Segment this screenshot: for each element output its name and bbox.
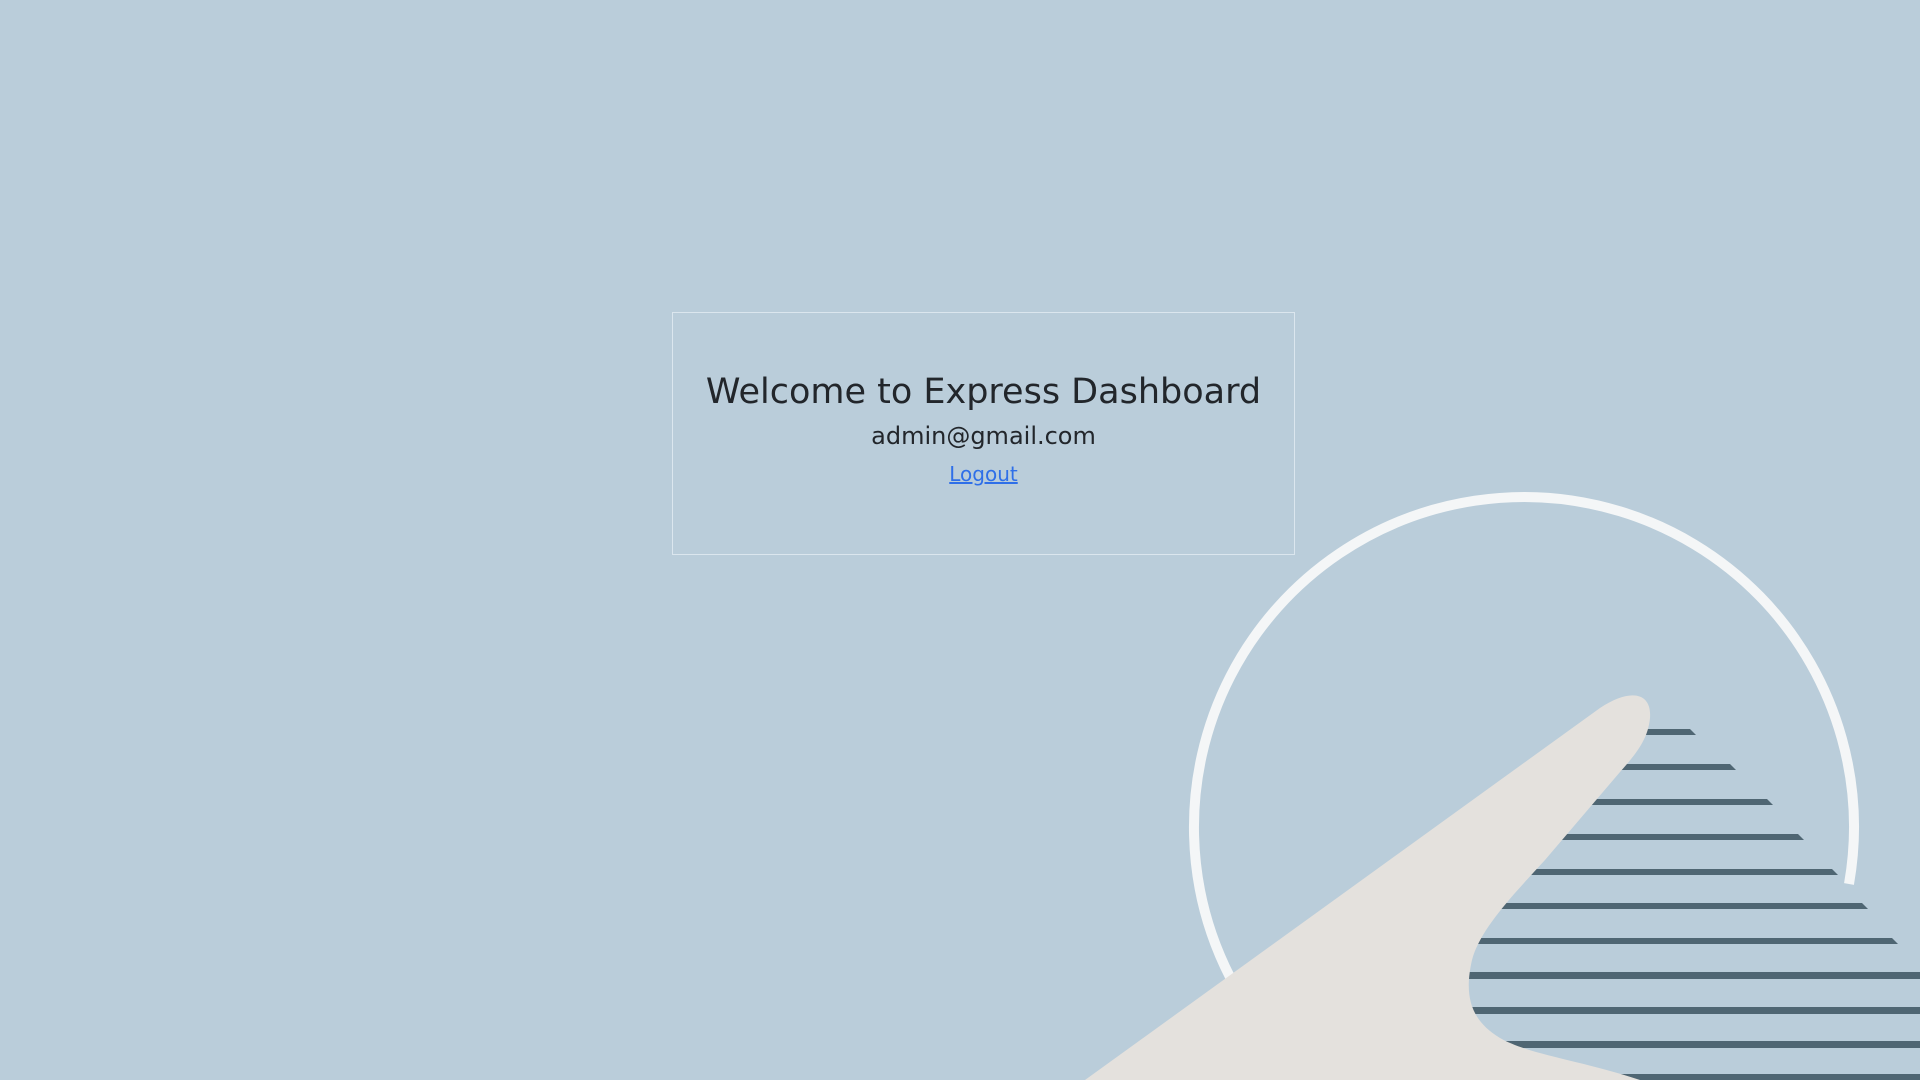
welcome-card: Welcome to Express Dashboard admin@gmail…	[672, 312, 1295, 555]
pointing-hand-icon	[1085, 695, 1651, 1080]
page-title: Welcome to Express Dashboard	[705, 372, 1262, 412]
logout-link[interactable]: Logout	[949, 462, 1017, 486]
user-email: admin@gmail.com	[871, 422, 1096, 450]
